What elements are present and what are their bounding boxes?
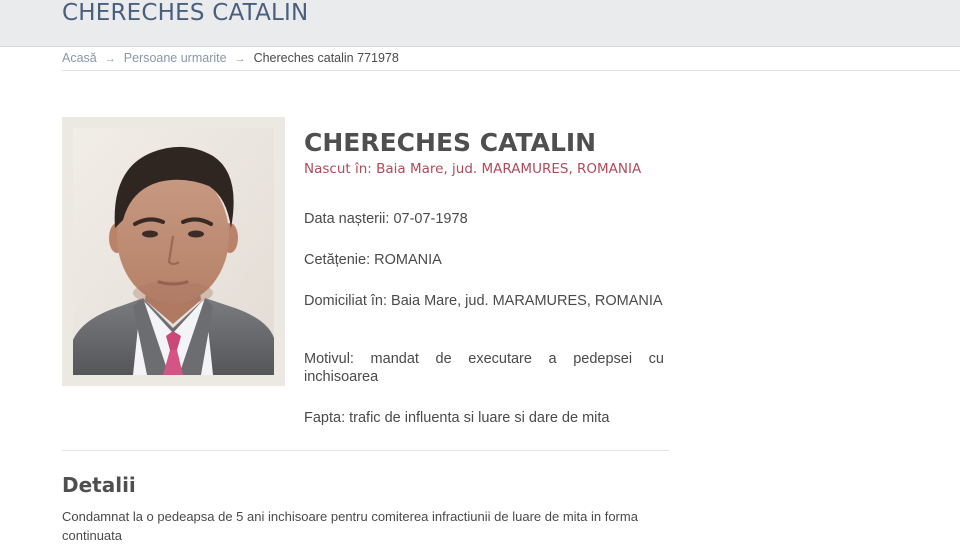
citizenship: Cetățenie: ROMANIA [304,252,442,268]
breadcrumb: Acasă → Persoane urmarite → Chereches catali… [62,50,399,66]
person-name: CHERECHES CATALIN [304,128,597,157]
breadcrumb-home-link[interactable]: Acasă [62,51,97,65]
details-text: Condamnat la o pedeapsa de 5 ani inchiso… [62,509,638,543]
breadcrumb-divider [62,70,960,71]
profile-photo-frame [62,117,285,386]
page-title: CHERECHES CATALIN [62,0,309,26]
warrant-reason: Motivul: mandat de executare a pedepsei … [304,351,664,385]
page-header: CHERECHES CATALIN [0,0,960,47]
breadcrumb-current: Chereches catalin 771978 [253,51,399,65]
section-divider [62,450,669,451]
breadcrumb-arrow-icon: → [104,53,116,65]
breadcrumb-wanted-persons-link[interactable]: Persoane urmarite [124,51,227,65]
details-heading: Detalii [62,473,136,497]
domicile: Domiciliat în: Baia Mare, jud. MARAMURES… [304,293,663,309]
profile-photo [73,128,274,375]
birthplace: Nascut în: Baia Mare, jud. MARAMURES, RO… [304,161,642,177]
breadcrumb-arrow-icon: → [234,53,246,65]
birth-date: Data nașterii: 07-07-1978 [304,211,468,227]
offense: Fapta: trafic de influenta si luare si d… [304,410,610,426]
